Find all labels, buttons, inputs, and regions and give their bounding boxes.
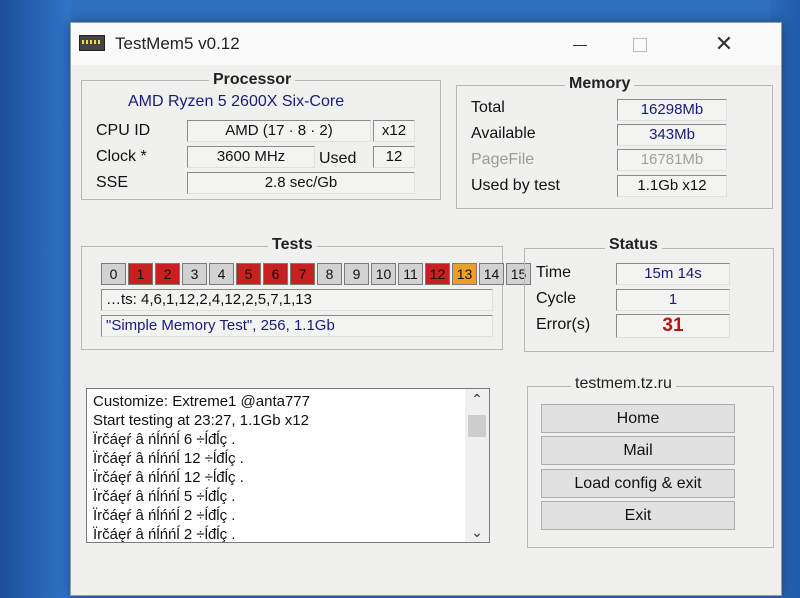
test-cell-13: 13 <box>452 263 477 285</box>
home-button[interactable]: Home <box>541 404 735 433</box>
cpu-id-label: CPU ID <box>96 122 151 139</box>
processor-name: AMD Ryzen 5 2600X Six-Core <box>128 93 345 110</box>
used-by-test-field: 1.1Gb x12 <box>617 175 727 197</box>
used-threads-label: Used <box>319 150 357 167</box>
maximize-button[interactable] <box>617 31 663 57</box>
memory-title: Memory <box>565 75 635 93</box>
log-scrollbar[interactable]: ⌃ ⌄ <box>465 389 489 542</box>
log-textbox[interactable]: Customize: Extreme1 @anta777 Start testin… <box>86 388 490 543</box>
test-cell-1: 1 <box>128 263 153 285</box>
total-field: 16298Mb <box>617 99 727 121</box>
test-cell-9: 9 <box>344 263 369 285</box>
log-lines: Customize: Extreme1 @anta777 Start testin… <box>93 392 463 543</box>
pagefile-label: PageFile <box>471 151 535 168</box>
desktop-background-left <box>0 0 70 598</box>
test-cell-7: 7 <box>290 263 315 285</box>
threads-field: x12 <box>373 120 415 142</box>
test-cells: 0 1 2 3 4 5 6 7 8 9 10 11 12 13 14 15 <box>101 263 533 285</box>
cpu-id-field: AMD (17 · 8 · 2) <box>187 120 371 142</box>
test-cell-11: 11 <box>398 263 423 285</box>
scrollbar-thumb[interactable] <box>468 415 486 437</box>
log-line: Ïrčáęŕ â ńĺńńĺ 5 ÷ĺđĺç . <box>93 488 236 505</box>
tests-title: Tests <box>268 236 317 254</box>
clock-field: 3600 MHz <box>187 146 315 168</box>
test-cell-14: 14 <box>479 263 504 285</box>
test-cell-8: 8 <box>317 263 342 285</box>
scroll-down-icon[interactable]: ⌄ <box>465 522 489 542</box>
scroll-up-icon[interactable]: ⌃ <box>465 389 489 409</box>
processor-title: Processor <box>209 71 296 89</box>
minimize-button[interactable] <box>557 31 603 57</box>
window-title: TestMem5 v0.12 <box>115 34 240 53</box>
total-label: Total <box>471 99 505 116</box>
test-sequence-field: …ts: 4,6,1,12,2,4,12,2,5,7,1,13 <box>101 289 493 311</box>
pagefile-field: 16781Mb <box>617 149 727 171</box>
sse-field: 2.8 sec/Gb <box>187 172 415 194</box>
maximize-icon <box>633 38 647 53</box>
clock-label: Clock * <box>96 148 147 165</box>
used-by-test-label: Used by test <box>471 177 560 194</box>
log-line: Ïrčáęŕ â ńĺńńĺ 2 ÷ĺđĺç . <box>93 507 236 524</box>
memory-chip-icon <box>79 35 105 51</box>
test-cell-2: 2 <box>155 263 180 285</box>
test-cell-6: 6 <box>263 263 288 285</box>
mail-button[interactable]: Mail <box>541 436 735 465</box>
log-line: Ïrčáęŕ â ńĺńńĺ 12 ÷ĺđĺç . <box>93 450 244 467</box>
available-label: Available <box>471 125 536 142</box>
log-line: Start testing at 23:27, 1.1Gb x12 <box>93 412 309 429</box>
log-line: Customize: Extreme1 @anta777 <box>93 393 310 410</box>
title-bar[interactable]: TestMem5 v0.12 ✕ <box>71 23 781 65</box>
test-cell-0: 0 <box>101 263 126 285</box>
time-label: Time <box>536 264 571 281</box>
exit-button[interactable]: Exit <box>541 501 735 530</box>
close-button[interactable]: ✕ <box>701 31 747 57</box>
time-field: 15m 14s <box>616 263 730 285</box>
errors-field: 31 <box>616 314 730 338</box>
log-line: Ïrčáęŕ â ńĺńńĺ 12 ÷ĺđĺç . <box>93 469 244 486</box>
test-cell-10: 10 <box>371 263 396 285</box>
log-line: Ïrčáęŕ â ńĺńńĺ 2 ÷ĺđĺç . <box>93 526 236 543</box>
close-icon: ✕ <box>714 31 734 56</box>
used-threads-field: 12 <box>373 146 415 168</box>
errors-label: Error(s) <box>536 316 591 333</box>
test-cell-4: 4 <box>209 263 234 285</box>
test-cell-12: 12 <box>425 263 450 285</box>
test-cell-5: 5 <box>236 263 261 285</box>
load-config-exit-button[interactable]: Load config & exit <box>541 469 735 498</box>
testmem-window: TestMem5 v0.12 ✕ Processor AMD Ryzen 5 2… <box>70 22 782 596</box>
site-title: testmem.tz.ru <box>571 375 676 393</box>
log-line: Ïrčáęŕ â ńĺńńĺ 6 ÷ĺđĺç . <box>93 431 236 448</box>
available-field: 343Mb <box>617 124 727 146</box>
test-cell-3: 3 <box>182 263 207 285</box>
cycle-field: 1 <box>616 289 730 311</box>
current-test-field: "Simple Memory Test", 256, 1.1Gb <box>101 315 493 337</box>
minimize-icon <box>573 44 587 46</box>
status-title: Status <box>605 236 662 254</box>
sse-label: SSE <box>96 174 129 191</box>
cycle-label: Cycle <box>536 290 577 307</box>
